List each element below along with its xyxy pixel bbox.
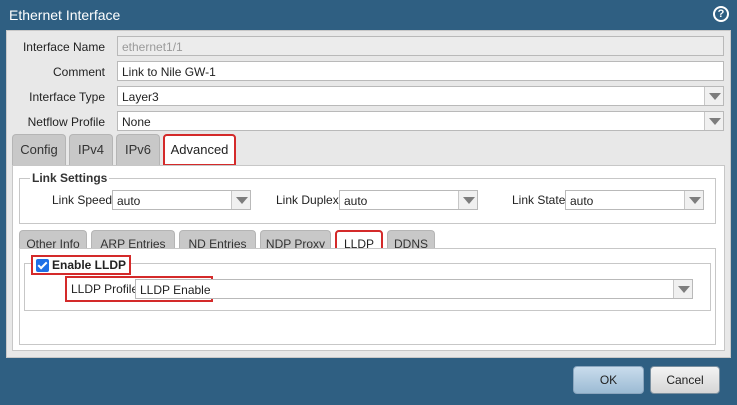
help-icon[interactable]: ? <box>713 6 729 22</box>
netflow-profile-select[interactable]: None <box>117 111 724 131</box>
chevron-down-icon[interactable] <box>458 191 477 209</box>
chevron-down-icon[interactable] <box>704 112 723 130</box>
link-duplex-value: auto <box>344 194 368 208</box>
tab-advanced[interactable]: Advanced <box>163 134 236 166</box>
comment-value: Link to Nile GW-1 <box>122 65 216 79</box>
title-bar: Ethernet Interface ? <box>0 0 737 30</box>
lldp-profile-label: LLDP Profile <box>71 282 139 296</box>
lldp-group: Enable LLDP LLDP Profile LLDP Enable <box>24 255 711 311</box>
interface-type-label: Interface Type <box>29 90 105 104</box>
ok-button[interactable]: OK <box>573 366 644 394</box>
link-speed-value: auto <box>117 194 141 208</box>
link-speed-label: Link Speed <box>52 193 113 207</box>
cancel-button[interactable]: Cancel <box>650 366 720 394</box>
interface-type-value: Layer3 <box>122 90 159 104</box>
link-duplex-select[interactable]: auto <box>339 190 478 210</box>
lldp-profile-select[interactable]: LLDP Enable <box>135 279 693 299</box>
link-settings-legend: Link Settings <box>30 171 110 185</box>
chevron-down-icon[interactable] <box>673 280 692 298</box>
interface-type-select[interactable]: Layer3 <box>117 86 724 106</box>
checkbox-checked-icon[interactable] <box>36 258 49 272</box>
interface-name-label: Interface Name <box>22 40 105 54</box>
tab-ipv6[interactable]: IPv6 <box>116 134 160 166</box>
tab-config[interactable]: Config <box>12 134 66 166</box>
main-tabs: Config IPv4 IPv6 Advanced <box>12 134 725 166</box>
comment-field[interactable]: Link to Nile GW-1 <box>117 61 724 81</box>
chevron-down-icon[interactable] <box>704 87 723 105</box>
netflow-profile-label: Netflow Profile <box>27 115 105 129</box>
link-state-value: auto <box>570 194 594 208</box>
lldp-panel: Enable LLDP LLDP Profile LLDP Enable <box>19 248 716 345</box>
link-state-label: Link State <box>512 193 566 207</box>
enable-lldp-label: Enable LLDP <box>52 258 127 272</box>
chevron-down-icon[interactable] <box>231 191 250 209</box>
interface-name-value: ethernet1/1 <box>122 40 183 54</box>
comment-label: Comment <box>52 65 105 79</box>
dialog-body: Interface Name ethernet1/1 Comment Link … <box>6 30 731 358</box>
link-settings-group: Link Settings Link Speed auto Link Duple… <box>19 171 716 224</box>
tab-ipv4[interactable]: IPv4 <box>69 134 113 166</box>
enable-lldp-checkbox[interactable]: Enable LLDP <box>31 255 132 275</box>
lldp-profile-value: LLDP Enable <box>140 283 211 297</box>
netflow-profile-value: None <box>122 115 151 129</box>
interface-name-field: ethernet1/1 <box>117 36 724 56</box>
link-duplex-label: Link Duplex <box>276 193 339 207</box>
link-speed-select[interactable]: auto <box>112 190 251 210</box>
advanced-panel: Link Settings Link Speed auto Link Duple… <box>12 165 725 351</box>
link-state-select[interactable]: auto <box>565 190 704 210</box>
chevron-down-icon[interactable] <box>684 191 703 209</box>
window-title: Ethernet Interface <box>9 7 121 23</box>
